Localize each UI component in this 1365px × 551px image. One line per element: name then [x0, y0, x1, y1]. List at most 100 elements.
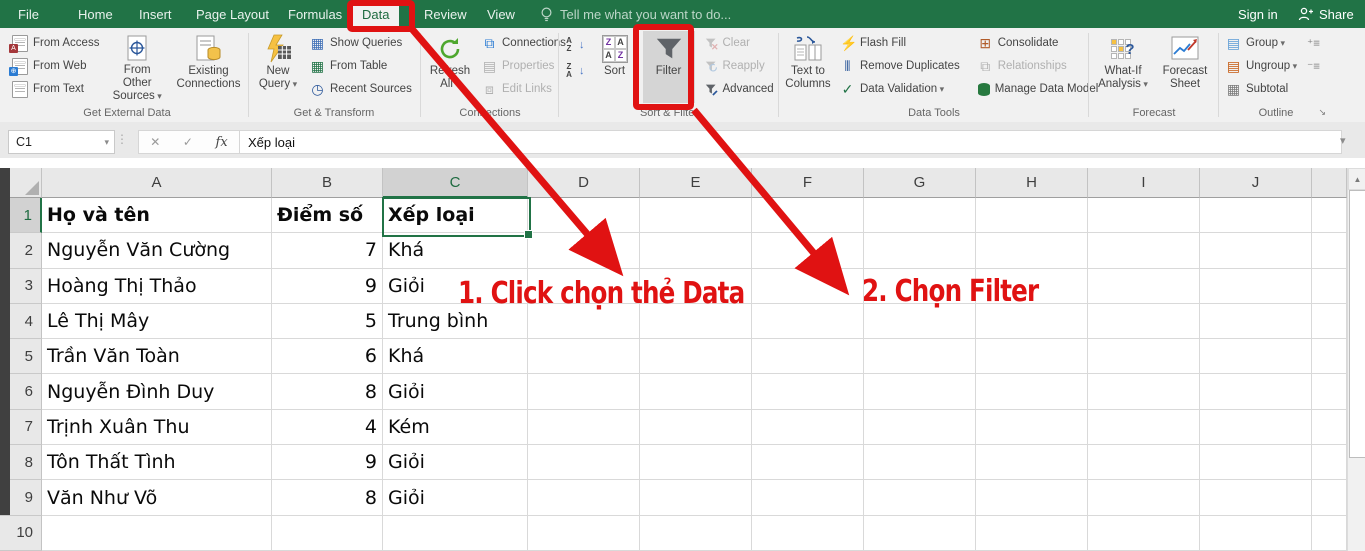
cell[interactable]	[976, 339, 1088, 375]
filter-button[interactable]: Filter	[642, 31, 695, 103]
cell[interactable]	[752, 339, 864, 375]
cell-B9[interactable]: 8	[272, 480, 383, 516]
subtotal-button[interactable]: ▦ Subtotal	[1222, 78, 1301, 100]
sort-ascending-button[interactable]: A Z ↓	[562, 34, 587, 56]
cell[interactable]	[976, 374, 1088, 410]
cell[interactable]	[752, 515, 864, 551]
cell-B8[interactable]: 9	[272, 445, 383, 481]
share-button[interactable]: Share	[1298, 0, 1354, 28]
cell[interactable]	[640, 233, 752, 269]
cell[interactable]	[864, 339, 976, 375]
connections-button[interactable]: ⧉ Connections	[478, 32, 570, 54]
cell-A7[interactable]: Trịnh Xuân Thu	[42, 409, 272, 446]
cell[interactable]	[1200, 515, 1312, 551]
cell-C7[interactable]: Kém	[383, 409, 528, 446]
cell[interactable]	[640, 445, 752, 481]
column-header-F[interactable]: F	[752, 168, 864, 198]
cell[interactable]	[1088, 303, 1200, 340]
cell[interactable]	[640, 409, 752, 446]
column-header-J[interactable]: J	[1200, 168, 1312, 198]
cell[interactable]	[1200, 445, 1312, 481]
menu-tab-view[interactable]: View	[477, 0, 525, 28]
cell[interactable]	[1312, 515, 1347, 551]
cell[interactable]	[864, 445, 976, 481]
cell-A8[interactable]: Tôn Thất Tình	[42, 445, 272, 481]
cell[interactable]	[528, 515, 640, 551]
cell[interactable]	[528, 409, 640, 446]
cell[interactable]	[864, 198, 976, 234]
cell-C5[interactable]: Khá	[383, 339, 528, 375]
what-if-analysis-button[interactable]: ? What-If Analysis	[1092, 31, 1154, 103]
cell-A9[interactable]: Văn Như Võ	[42, 480, 272, 516]
cell-C9[interactable]: Giỏi	[383, 480, 528, 516]
consolidate-button[interactable]: ⊞ Consolidate	[974, 32, 1103, 54]
cell[interactable]	[976, 480, 1088, 516]
cell[interactable]	[1088, 409, 1200, 446]
cell[interactable]	[1312, 339, 1347, 375]
cell[interactable]	[976, 303, 1088, 340]
cell[interactable]	[752, 303, 864, 340]
cell[interactable]	[528, 374, 640, 410]
cell[interactable]	[976, 409, 1088, 446]
cell[interactable]	[1200, 339, 1312, 375]
advanced-filter-button[interactable]: Advanced	[701, 78, 778, 100]
cell[interactable]	[640, 374, 752, 410]
cell[interactable]	[1312, 303, 1347, 340]
cell[interactable]	[976, 233, 1088, 269]
cell[interactable]	[864, 515, 976, 551]
sort-descending-button[interactable]: Z A ↓	[562, 60, 587, 82]
cell[interactable]	[528, 233, 640, 269]
outline-dialog-launcher[interactable]: ↘	[1318, 107, 1326, 118]
menu-tab-review[interactable]: Review	[414, 0, 477, 28]
tell-me-box[interactable]: Tell me what you want to do...	[540, 0, 731, 28]
new-query-button[interactable]: New Query	[252, 31, 304, 103]
column-header-H[interactable]: H	[976, 168, 1088, 198]
menu-tab-home[interactable]: Home	[68, 0, 123, 28]
cell[interactable]	[1312, 374, 1347, 410]
cell[interactable]	[528, 445, 640, 481]
scrollbar-thumb[interactable]	[1349, 190, 1365, 458]
cell[interactable]	[864, 480, 976, 516]
cell[interactable]	[1088, 515, 1200, 551]
cell[interactable]	[1088, 198, 1200, 234]
data-validation-button[interactable]: ✓ Data Validation	[836, 78, 964, 100]
name-box-dropdown-icon[interactable]: ▾	[104, 137, 114, 148]
cell-B7[interactable]: 4	[272, 409, 383, 446]
column-header-A[interactable]: A	[42, 168, 272, 198]
column-header-I[interactable]: I	[1088, 168, 1200, 198]
cell[interactable]	[528, 198, 640, 234]
cell[interactable]	[528, 339, 640, 375]
sign-in-button[interactable]: Sign in	[1238, 0, 1278, 28]
cell[interactable]	[1312, 198, 1347, 234]
cell[interactable]	[864, 409, 976, 446]
cell[interactable]	[976, 515, 1088, 551]
cell[interactable]	[752, 233, 864, 269]
from-text-button[interactable]: From Text	[8, 78, 103, 100]
text-to-columns-button[interactable]: Text to Columns	[782, 31, 834, 103]
cell[interactable]	[1312, 480, 1347, 516]
cell[interactable]	[640, 480, 752, 516]
cell[interactable]	[864, 374, 976, 410]
from-access-button[interactable]: A From Access	[8, 32, 103, 54]
cell[interactable]	[640, 198, 752, 234]
cell-A6[interactable]: Nguyễn Đình Duy	[42, 374, 272, 410]
manage-data-model-button[interactable]: Manage Data Model	[974, 78, 1103, 100]
cell-A4[interactable]: Lê Thị Mây	[42, 303, 272, 340]
column-header-C[interactable]: C	[383, 168, 528, 198]
from-other-sources-button[interactable]: From Other Sources	[105, 31, 169, 103]
cell-B4[interactable]: 5	[272, 303, 383, 340]
cell[interactable]	[640, 339, 752, 375]
cell[interactable]	[752, 268, 864, 304]
clear-filter-button[interactable]: Clear	[701, 32, 778, 54]
column-header-partial[interactable]	[1312, 168, 1347, 198]
cell[interactable]	[752, 198, 864, 234]
cell[interactable]	[1312, 445, 1347, 481]
ungroup-button[interactable]: ▤ Ungroup	[1222, 55, 1301, 77]
menu-tab-data[interactable]: Data	[352, 0, 400, 28]
column-header-G[interactable]: G	[864, 168, 976, 198]
properties-button[interactable]: ▤ Properties	[478, 55, 570, 77]
cell[interactable]	[1200, 374, 1312, 410]
row-header-10[interactable]: 10	[0, 515, 42, 551]
reapply-filter-button[interactable]: Reapply	[701, 55, 778, 77]
cell[interactable]	[1200, 303, 1312, 340]
